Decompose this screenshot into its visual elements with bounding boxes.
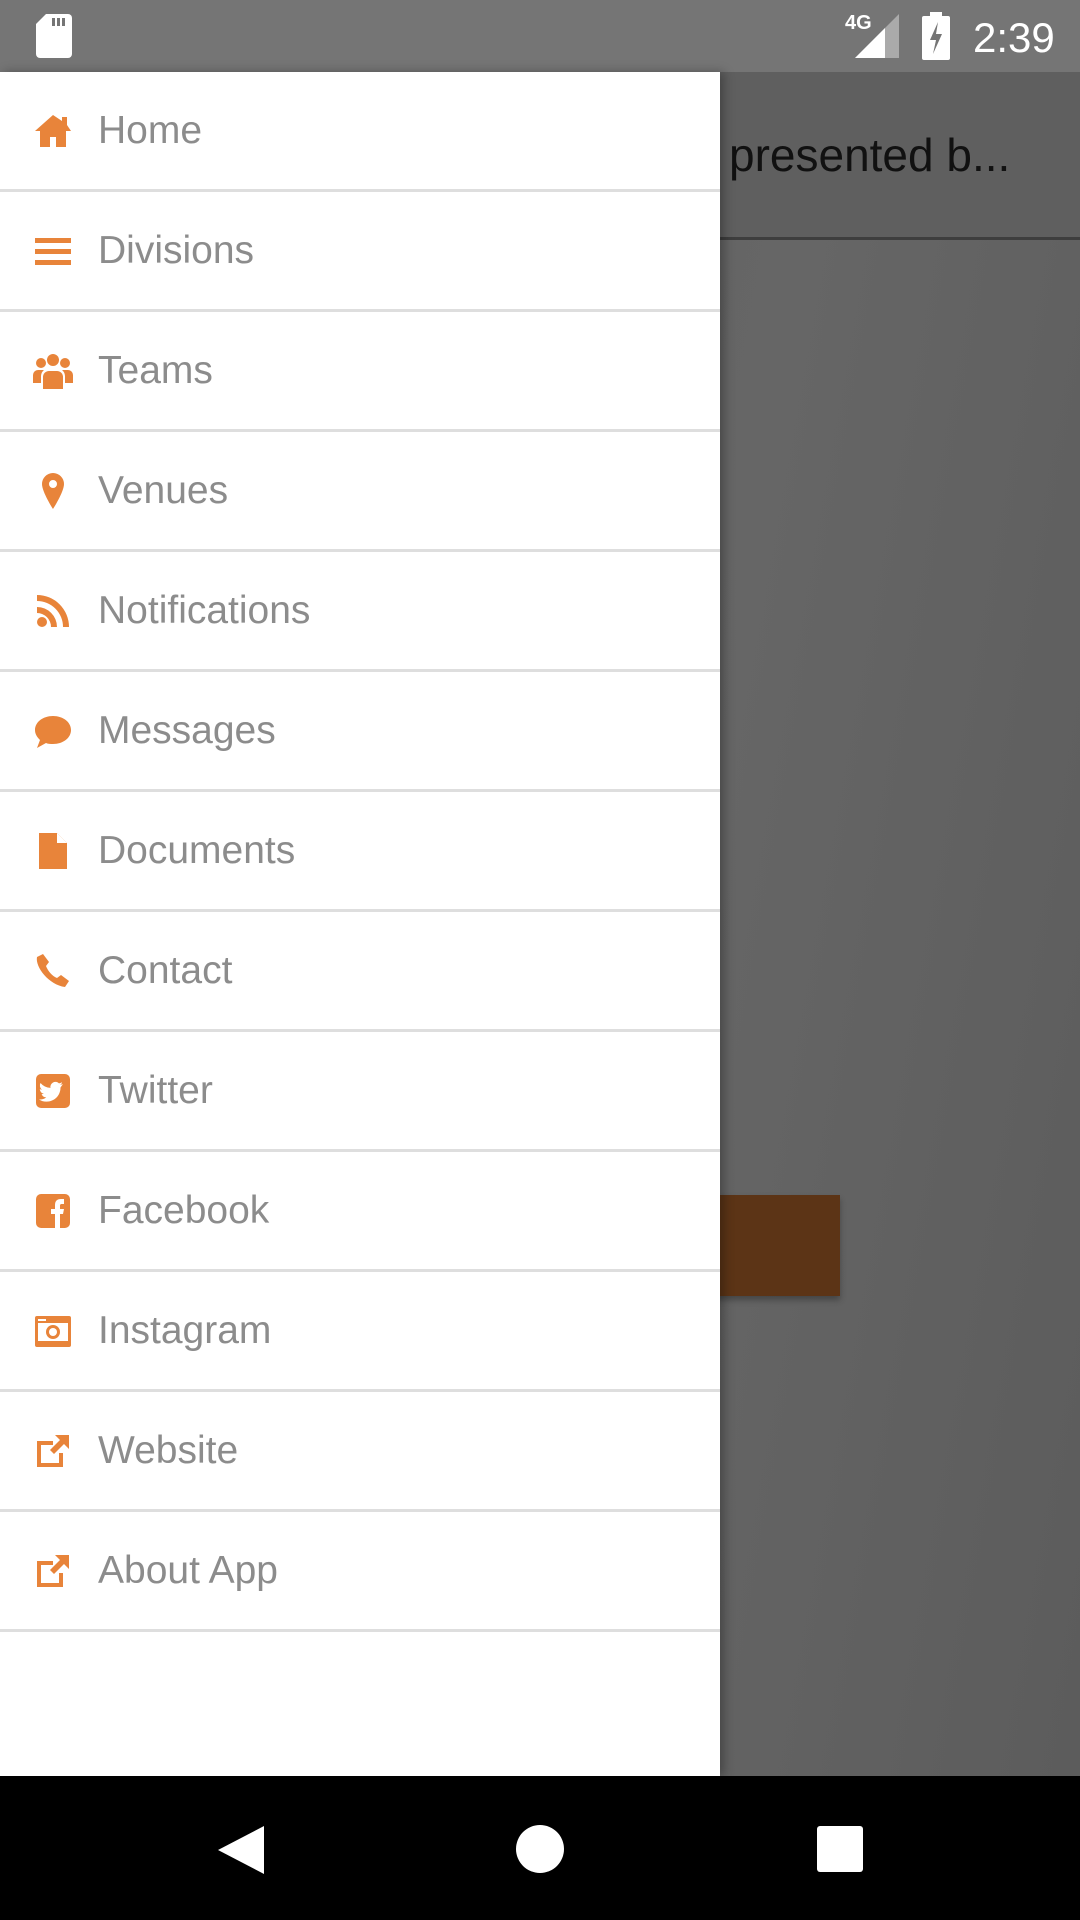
map-marker-icon [30,468,76,514]
drawer-item-about-app[interactable]: About App [0,1512,720,1632]
drawer-item-label: Facebook [98,1188,270,1232]
drawer-item-label: Messages [98,708,276,752]
external-link-icon [30,1428,76,1474]
drawer-item-venues[interactable]: Venues [0,432,720,552]
back-icon[interactable] [218,1826,264,1874]
users-icon [30,348,76,394]
drawer-item-label: Website [98,1428,239,1472]
clock: 2:39 [973,14,1055,61]
sd-card-icon [36,14,72,58]
instagram-icon [30,1308,76,1354]
status-bar: 4G 2:39 [0,0,1080,72]
drawer-item-label: Twitter [98,1068,213,1112]
external-link-icon [30,1548,76,1594]
drawer-item-facebook[interactable]: Facebook [0,1152,720,1272]
twitter-icon [30,1068,76,1114]
drawer-item-label: Teams [98,348,213,392]
home-icon [30,108,76,154]
navigation-drawer: Home Divisions Teams Venues Notifications Mes… [0,72,720,1776]
drawer-item-label: Divisions [98,228,255,272]
drawer-item-twitter[interactable]: Twitter [0,1032,720,1152]
drawer-item-label: Notifications [98,588,311,632]
drawer-item-teams[interactable]: Teams [0,312,720,432]
phone-icon [30,948,76,994]
toolbar-title: presented b... [729,129,1011,181]
drawer-item-messages[interactable]: Messages [0,672,720,792]
signal-icon [855,14,899,58]
drawer-item-home[interactable]: Home [0,72,720,192]
drawer-item-label: Instagram [98,1308,272,1352]
drawer-item-notifications[interactable]: Notifications [0,552,720,672]
rss-icon [30,588,76,634]
drawer-item-label: Venues [98,468,229,512]
navigation-bar [0,1776,1080,1920]
drawer-item-contact[interactable]: Contact [0,912,720,1032]
recents-icon[interactable] [817,1826,863,1872]
drawer-item-instagram[interactable]: Instagram [0,1272,720,1392]
drawer-item-label: Contact [98,948,233,992]
drawer-item-label: About App [98,1548,278,1592]
drawer-item-website[interactable]: Website [0,1392,720,1512]
list-icon [30,228,76,274]
background-button [700,1195,840,1296]
comment-icon [30,708,76,754]
drawer-item-divisions[interactable]: Divisions [0,192,720,312]
facebook-icon [30,1188,76,1234]
drawer-item-label: Home [98,108,203,152]
drawer-item-documents[interactable]: Documents [0,792,720,912]
file-icon [30,828,76,874]
home-button-icon[interactable] [516,1825,564,1873]
battery-charging-icon [922,12,950,60]
drawer-item-label: Documents [98,828,296,872]
